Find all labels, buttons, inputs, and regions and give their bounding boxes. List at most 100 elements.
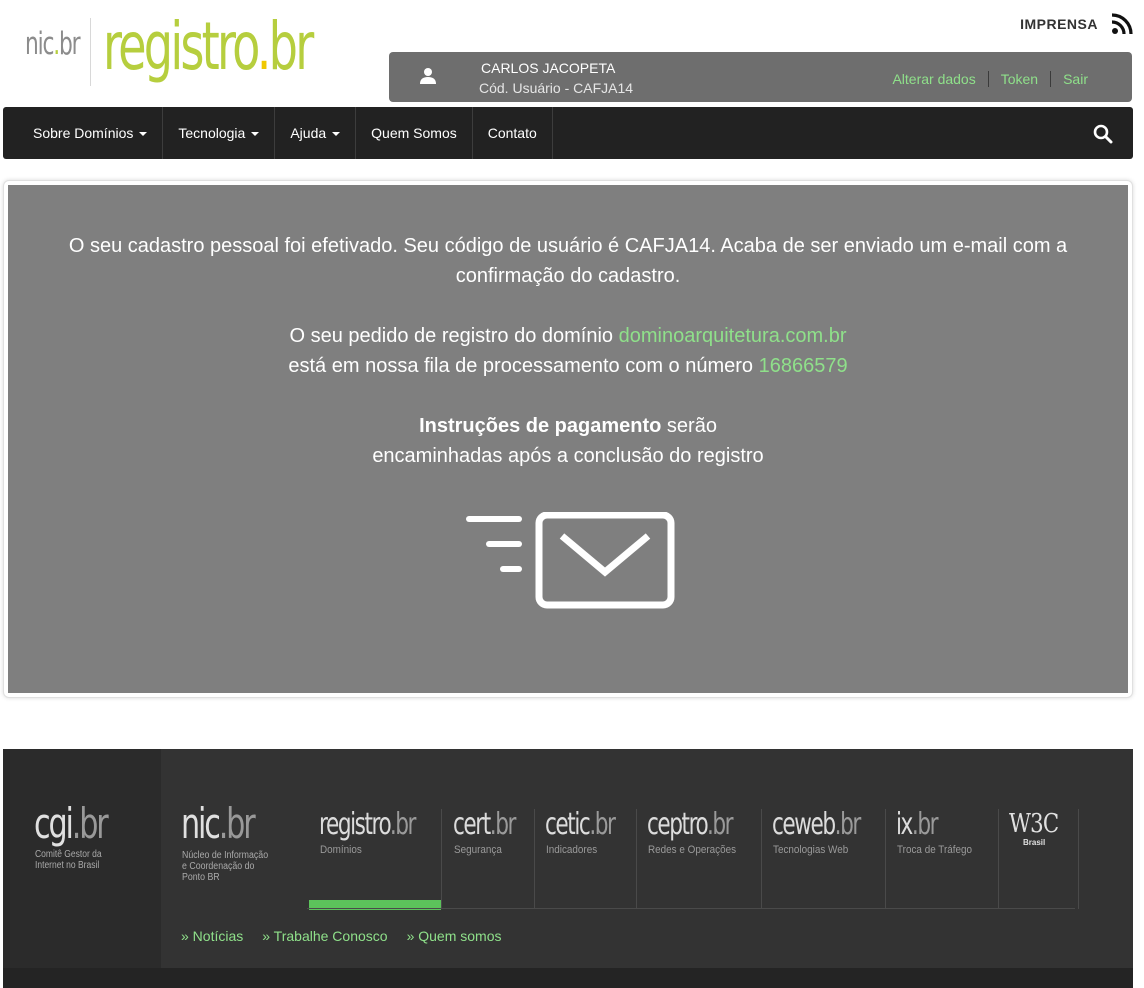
- confirmation-panel: O seu cadastro pessoal foi efetivado. Se…: [3, 180, 1133, 698]
- org-description: Segurança: [454, 844, 502, 856]
- footer-cgi-block: cgi.br Comitê Gestor da Internet no Bras…: [3, 749, 161, 988]
- nav-item-ajuda[interactable]: Ajuda: [275, 107, 357, 159]
- sair-link[interactable]: Sair: [1050, 71, 1100, 87]
- nav-label: Tecnologia: [178, 125, 246, 141]
- user-name: CARLOS JACOPETA: [481, 60, 616, 76]
- domain-name: dominoarquitetura.com.br: [618, 325, 847, 347]
- payment-line-2: encaminhadas após a conclusão do registr…: [372, 445, 764, 467]
- org-description: Tecnologias Web: [773, 844, 849, 856]
- nav-item-quem-somos[interactable]: Quem Somos: [356, 107, 473, 159]
- user-bar: CARLOS JACOPETA Cód. Usuário - CAFJA14 A…: [389, 52, 1132, 102]
- registration-message: O seu cadastro pessoal foi efetivado. Se…: [8, 231, 1128, 291]
- imprensa-link[interactable]: IMPRENSA: [1020, 16, 1098, 32]
- org-name: cetic: [545, 807, 591, 842]
- org-description: Domínios: [320, 844, 362, 856]
- org-logo: cert.br: [453, 807, 516, 842]
- token-link[interactable]: Token: [987, 71, 1050, 87]
- registration-line-1: O seu cadastro pessoal foi efetivado. Se…: [68, 235, 1068, 257]
- org-description: Redes e Operações: [648, 844, 737, 856]
- caret-down-icon: [332, 132, 341, 136]
- org-tld: br: [495, 807, 516, 842]
- confirmation-panel-body: O seu cadastro pessoal foi efetivado. Se…: [8, 185, 1128, 693]
- w3c-logo: W3C: [1009, 809, 1059, 839]
- nic-footer-tld: br: [226, 799, 255, 848]
- queue-number: 16866579: [758, 355, 848, 377]
- org-name: ix: [896, 807, 913, 842]
- footer-link-quem-somos[interactable]: » Quem somos: [407, 928, 502, 944]
- org-description: Indicadores: [546, 844, 598, 856]
- cgi-subtitle-line: Comitê Gestor da: [35, 849, 102, 860]
- org-tld: br: [712, 807, 733, 842]
- footer-org-cetic[interactable]: cetic.br Indicadores: [535, 807, 637, 909]
- cgi-br-logo[interactable]: cgi.br: [34, 799, 109, 848]
- footer-divider: [307, 908, 1075, 909]
- org-name: ceweb: [772, 807, 836, 842]
- footer-org-registro[interactable]: registro.br Domínios: [309, 807, 442, 910]
- registro-logo-dot: .: [256, 8, 272, 85]
- org-tld: br: [594, 807, 616, 842]
- payment-message: Instruções de pagamento serão encaminhad…: [8, 411, 1128, 471]
- nav-item-sobre-dominios[interactable]: Sobre Domínios: [18, 107, 164, 159]
- user-links: Alterar dados Token Sair: [880, 71, 1100, 87]
- mail-sent-icon: [466, 512, 675, 609]
- w3c-subtitle: Brasil: [1023, 838, 1046, 847]
- main-nav: Sobre Domínios Tecnologia Ajuda Quem Som…: [3, 107, 1133, 159]
- payment-bold: Instruções de pagamento: [419, 415, 662, 437]
- org-logo: cetic.br: [545, 807, 616, 842]
- footer-links: » Notícias » Trabalhe Conosco » Quem som…: [181, 928, 521, 944]
- registration-line-2: confirmação do cadastro.: [455, 265, 681, 287]
- nic-subtitle-line: Ponto BR: [182, 872, 220, 883]
- footer-link-noticias[interactable]: » Notícias: [181, 928, 243, 944]
- footer-bottom-bar: [3, 968, 1133, 988]
- org-name: cert: [453, 807, 491, 842]
- registro-logo-text: registro: [103, 8, 260, 85]
- nic-footer-text: nic: [181, 799, 221, 848]
- footer-main: nic.br Núcleo de Informação e Coordenaçã…: [161, 749, 1133, 968]
- footer-org-ix[interactable]: ix.br Troca de Tráfego: [886, 807, 999, 909]
- nav-item-tecnologia[interactable]: Tecnologia: [163, 107, 276, 159]
- nav-label: Sobre Domínios: [33, 125, 134, 141]
- registro-br-logo[interactable]: registro.br: [103, 8, 315, 85]
- footer-org-cert[interactable]: cert.br Segurança: [443, 807, 535, 909]
- org-tld: br: [917, 807, 938, 842]
- nic-logo-text: nic: [25, 26, 54, 62]
- org-logo: ix.br: [896, 807, 939, 842]
- cgi-logo-text: cgi: [34, 799, 74, 848]
- org-logo: ceptro.br: [647, 807, 734, 842]
- nic-subtitle-line: e Coordenação do: [182, 861, 255, 872]
- org-tld: br: [395, 807, 416, 842]
- cgi-logo-tld: br: [79, 799, 108, 848]
- nav-label: Quem Somos: [371, 125, 457, 141]
- footer-org-ceweb[interactable]: ceweb.br Tecnologias Web: [762, 807, 886, 909]
- alterar-dados-link[interactable]: Alterar dados: [880, 71, 987, 87]
- rss-icon[interactable]: [1111, 13, 1133, 35]
- queue-prefix: está em nossa fila de processamento com …: [288, 355, 754, 377]
- nic-logo-tld: br: [59, 26, 81, 62]
- nic-subtitle: Núcleo de Informação e Coordenação do Po…: [182, 850, 268, 883]
- cgi-logo-dot: .: [71, 799, 82, 848]
- user-code: Cód. Usuário - CAFJA14: [479, 80, 634, 96]
- order-prefix: O seu pedido de registro do domínio: [289, 325, 614, 347]
- footer-org-ceptro[interactable]: ceptro.br Redes e Operações: [637, 807, 762, 909]
- nav-label: Contato: [487, 125, 537, 141]
- org-description: Troca de Tráfego: [897, 844, 973, 856]
- footer-org-w3c[interactable]: W3C Brasil: [999, 809, 1079, 909]
- nav-item-contato[interactable]: Contato: [473, 107, 553, 159]
- nic-br-logo[interactable]: nic.br: [25, 26, 81, 62]
- org-logo: ceweb.br: [772, 807, 861, 842]
- org-logo: registro.br: [319, 807, 416, 842]
- cgi-subtitle: Comitê Gestor da Internet no Brasil: [35, 849, 102, 871]
- registro-logo-tld: br: [268, 8, 315, 85]
- payment-rest: serão: [666, 415, 717, 437]
- org-name: registro: [319, 807, 391, 842]
- org-name: ceptro: [647, 807, 708, 842]
- footer-nic-br-logo[interactable]: nic.br: [181, 799, 256, 848]
- footer-link-trabalhe-conosco[interactable]: » Trabalhe Conosco: [262, 928, 387, 944]
- nic-subtitle-line: Núcleo de Informação: [182, 850, 269, 861]
- nav-label: Ajuda: [290, 125, 327, 141]
- org-tld: br: [840, 807, 861, 842]
- cgi-subtitle-line: Internet no Brasil: [35, 860, 100, 871]
- caret-down-icon: [139, 132, 148, 136]
- search-icon[interactable]: [1093, 124, 1113, 144]
- logo-divider: [90, 18, 91, 86]
